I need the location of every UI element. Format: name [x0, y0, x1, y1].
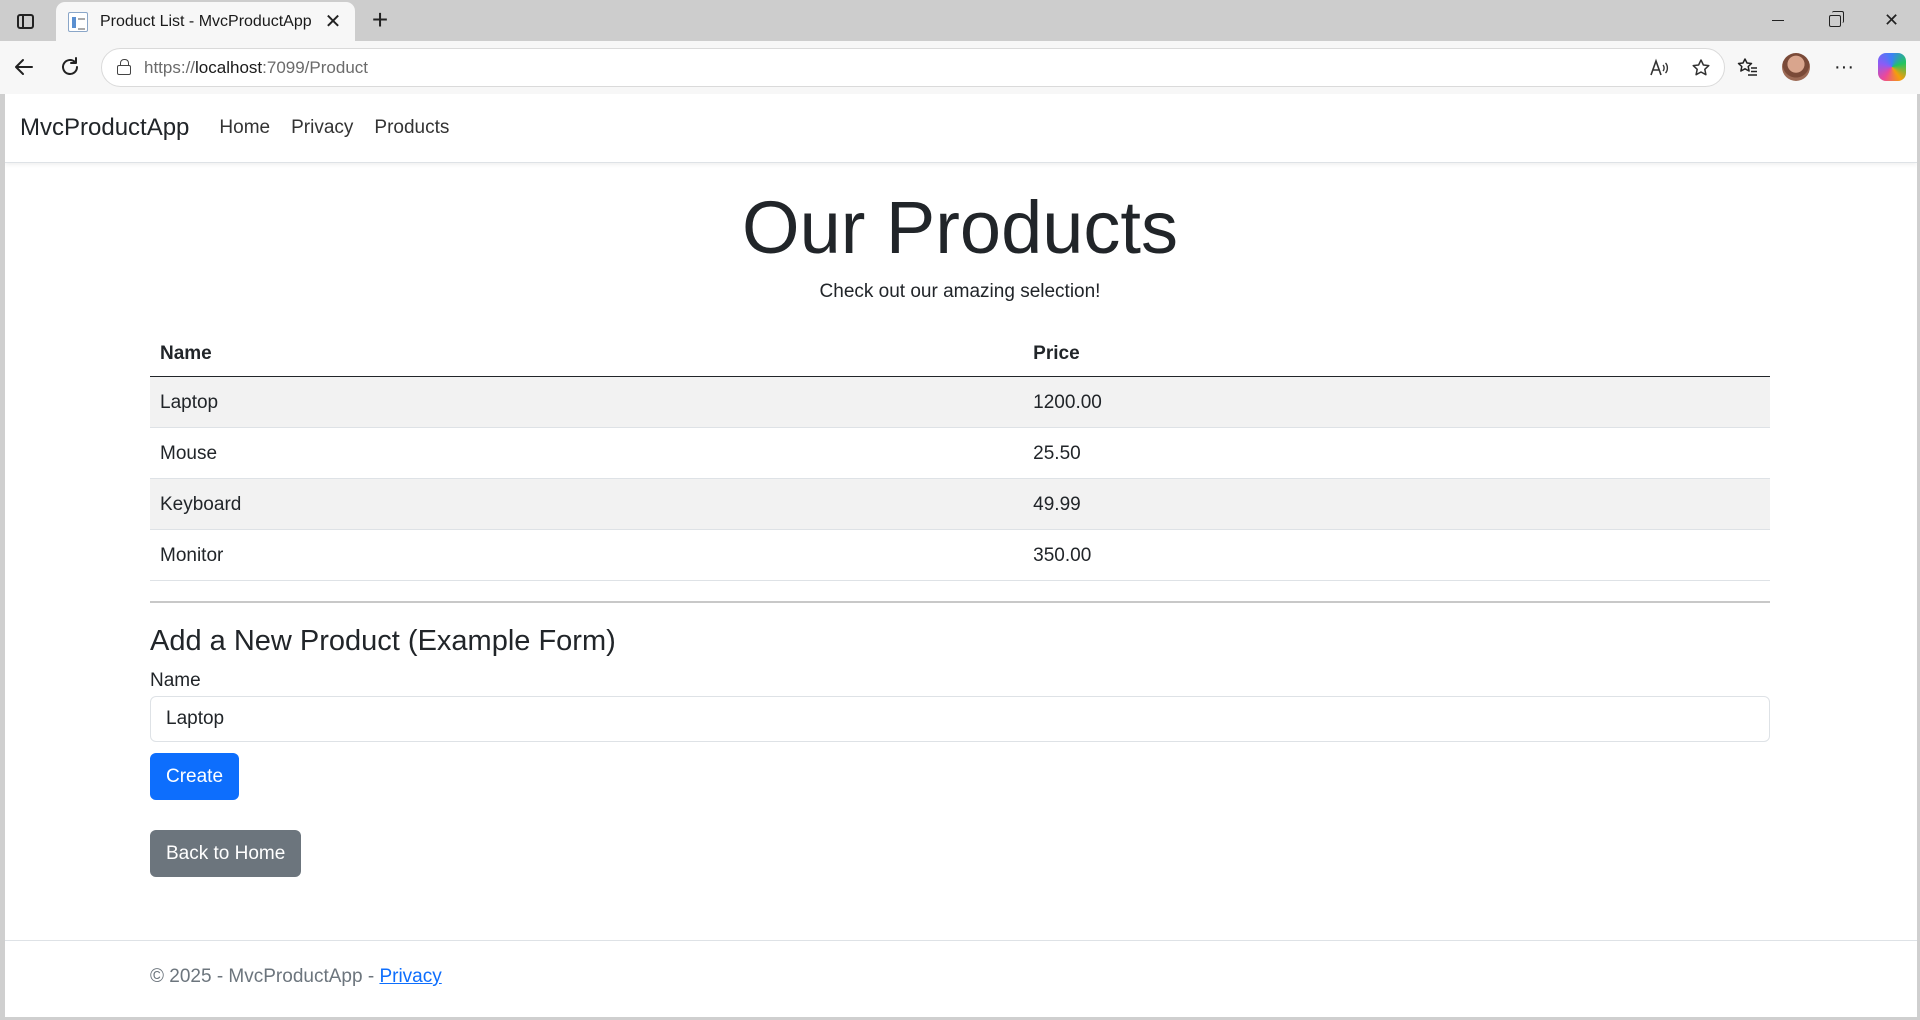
sidebar-toggle-icon[interactable] [10, 8, 40, 34]
restore-icon[interactable] [1806, 0, 1863, 41]
page-title: Our Products [742, 186, 1178, 269]
tab-title: Product List - MvcProductApp [100, 12, 312, 30]
product-name-cell: Mouse [150, 427, 1024, 480]
table-row: Mouse 25.50 [150, 427, 1770, 480]
column-header-name: Name [150, 329, 1024, 378]
browser-titlebar: Product List - MvcProductApp ✕ + ✕ [0, 0, 1920, 41]
page-footer: © 2025 - MvcProductApp - Privacy [5, 940, 1917, 1017]
table-row: Laptop 1200.00 [150, 376, 1770, 429]
more-icon[interactable]: ··· [1826, 51, 1862, 83]
create-button[interactable]: Create [150, 753, 240, 801]
product-price-cell: 1200.00 [1023, 376, 1770, 429]
back-to-home-button[interactable]: Back to Home [150, 830, 302, 878]
nav-link-home[interactable]: Home [219, 117, 270, 139]
page-subtitle: Check out our amazing selection! [819, 281, 1101, 303]
address-bar-actions [1646, 55, 1714, 81]
product-name-cell: Laptop [150, 376, 1024, 429]
star-icon[interactable] [1688, 55, 1714, 81]
footer-text-wrap: © 2025 - MvcProductApp - Privacy [150, 966, 442, 988]
table-row: Keyboard 49.99 [150, 478, 1770, 531]
browser-toolbar: https://localhost:7099/Product ··· [0, 41, 1920, 94]
section-divider [150, 601, 1770, 604]
product-price-cell: 49.99 [1023, 478, 1770, 531]
table-header-row: Name Price [150, 329, 1770, 378]
reload-icon[interactable] [54, 51, 86, 83]
read-aloud-icon[interactable] [1646, 55, 1672, 81]
plus-icon[interactable]: + [364, 5, 396, 37]
toolbar-right: ··· [1730, 51, 1910, 83]
close-icon[interactable]: ✕ [323, 9, 343, 34]
page-viewport: MvcProductApp Home Privacy Products Our … [5, 94, 1917, 1017]
site-navbar: MvcProductApp Home Privacy Products [5, 94, 1917, 163]
footer-privacy-link[interactable]: Privacy [379, 966, 441, 987]
column-header-price: Price [1023, 329, 1770, 378]
browser-tab[interactable]: Product List - MvcProductApp ✕ [56, 2, 355, 41]
footer-copyright: © 2025 - MvcProductApp - [150, 966, 380, 987]
main-container: Our Products Check out our amazing selec… [150, 163, 1770, 878]
nav-link-privacy[interactable]: Privacy [291, 117, 353, 139]
name-input[interactable]: Laptop [150, 696, 1770, 743]
favicon [68, 11, 88, 32]
products-table: Name Price Laptop 1200.00 Mouse 25.50 Ke… [150, 329, 1770, 582]
brand-link[interactable]: MvcProductApp [20, 114, 189, 142]
form-title: Add a New Product (Example Form) [150, 625, 616, 658]
name-field-label: Name [150, 670, 201, 692]
product-name-cell: Keyboard [150, 478, 1024, 531]
copilot-icon[interactable] [1874, 51, 1910, 83]
url-text[interactable]: https://localhost:7099/Product [144, 58, 368, 78]
lock-icon[interactable] [112, 56, 136, 80]
product-name-cell: Monitor [150, 529, 1024, 582]
avatar[interactable] [1778, 51, 1814, 83]
minimize-icon[interactable] [1749, 0, 1806, 41]
favorites-icon[interactable] [1730, 51, 1766, 83]
product-price-cell: 350.00 [1023, 529, 1770, 582]
back-icon[interactable] [8, 51, 40, 83]
close-window-icon[interactable]: ✕ [1863, 0, 1920, 41]
address-bar[interactable]: https://localhost:7099/Product [101, 48, 1725, 87]
product-price-cell: 25.50 [1023, 427, 1770, 480]
window-controls: ✕ [1749, 0, 1920, 41]
table-row: Monitor 350.00 [150, 529, 1770, 582]
nav-link-products[interactable]: Products [374, 117, 449, 139]
